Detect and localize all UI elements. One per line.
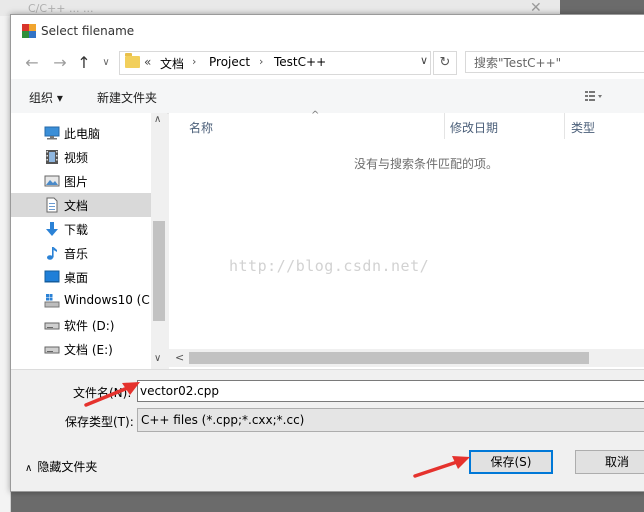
sidebar-item-videos[interactable]: 视频 — [11, 145, 151, 169]
save-dialog: Select filename ← → ↑ ∨ « 文档 › Project ›… — [10, 14, 644, 492]
new-folder-button[interactable]: 新建文件夹 — [97, 89, 157, 106]
watermark: http://blog.csdn.net/ — [229, 257, 430, 275]
file-list-horizontal-scrollbar[interactable]: < — [169, 349, 644, 367]
breadcrumb-documents[interactable]: 文档 — [160, 55, 184, 72]
document-icon — [46, 197, 58, 213]
title-bar: Select filename — [11, 15, 644, 47]
command-toolbar: 组织 ▾ 新建文件夹 — [11, 79, 644, 114]
sidebar-item-label: 文档 (E:) — [64, 343, 113, 357]
cancel-button[interactable]: 取消 — [575, 450, 644, 474]
folder-icon — [125, 53, 140, 68]
sidebar-item-desktop[interactable]: 桌面 — [11, 265, 151, 289]
desktop-icon — [44, 270, 60, 283]
music-icon — [47, 247, 57, 260]
sidebar-item-label: 文档 — [64, 199, 89, 213]
column-header-label: 类型 — [571, 121, 596, 135]
sidebar-item-label: 音乐 — [64, 247, 89, 261]
refresh-icon[interactable]: ↻ — [433, 51, 457, 75]
back-arrow-icon[interactable]: ← — [21, 53, 43, 73]
filename-input[interactable]: vector02.cpp — [137, 380, 644, 402]
column-header-type[interactable]: 类型 — [565, 113, 644, 139]
sidebar-item-music[interactable]: 音乐 — [11, 241, 151, 265]
forward-arrow-icon[interactable]: → — [49, 53, 71, 73]
scrollbar-thumb[interactable] — [153, 221, 165, 321]
breadcrumb-testcpp[interactable]: TestC++ — [274, 55, 326, 69]
recent-locations-chevron-icon[interactable]: ∨ — [95, 53, 117, 73]
navigation-pane: 此电脑 视频 图片 文档 下载 音乐 桌面 Windows10 (C: 软件 (… — [11, 113, 167, 369]
dialog-title: Select filename — [41, 24, 135, 38]
sidebar-item-label: 软件 (D:) — [64, 319, 115, 333]
sidebar-item-documents[interactable]: 文档 — [11, 193, 151, 217]
column-header-label: 修改日期 — [450, 121, 499, 135]
column-header-label: 名称 — [189, 121, 214, 135]
video-icon — [46, 150, 58, 164]
scroll-left-icon[interactable]: < — [175, 351, 184, 364]
scrollbar-thumb[interactable] — [189, 352, 589, 364]
sidebar-item-label: 图片 — [64, 175, 89, 189]
drive-icon — [44, 322, 60, 330]
sidebar-item-downloads[interactable]: 下载 — [11, 217, 151, 241]
save-button[interactable]: 保存(S) — [469, 450, 553, 474]
breadcrumb-separator-icon[interactable]: › — [259, 55, 263, 68]
organize-button[interactable]: 组织 ▾ — [29, 89, 63, 106]
scroll-up-icon[interactable]: ∧ — [154, 114, 161, 125]
column-header-name[interactable]: ^ 名称 — [169, 110, 445, 139]
drive-icon — [44, 346, 60, 354]
sidebar-item-label: Windows10 (C: — [64, 293, 154, 307]
windows-drive-icon — [44, 294, 60, 308]
computer-icon — [44, 126, 60, 140]
hide-folders-label: 隐藏文件夹 — [37, 460, 98, 474]
address-row: ← → ↑ ∨ « 文档 › Project › TestC++ ∨ ↻ 搜索"… — [11, 47, 644, 79]
sidebar-item-label: 下载 — [64, 223, 89, 237]
search-input[interactable]: 搜索"TestC++" — [465, 51, 644, 73]
breadcrumb-overflow-icon[interactable]: « — [144, 55, 151, 69]
picture-icon — [44, 175, 60, 187]
filetype-label: 保存类型(T): — [65, 415, 134, 429]
sidebar-scrollbar[interactable]: ∧ ∨ — [151, 113, 167, 369]
sidebar-item-label: 此电脑 — [64, 127, 101, 141]
empty-results-message: 没有与搜索条件匹配的项。 — [354, 157, 499, 171]
sidebar-item-pictures[interactable]: 图片 — [11, 169, 151, 193]
address-dropdown-icon[interactable]: ∨ — [420, 54, 428, 67]
annotation-arrow-filename — [84, 382, 140, 407]
sidebar-item-label: 视频 — [64, 151, 89, 165]
hide-folders-toggle[interactable]: ∧ 隐藏文件夹 — [25, 458, 97, 475]
sort-ascending-icon: ^ — [311, 110, 320, 121]
sidebar-item-drive-e[interactable]: 文档 (E:) — [11, 337, 151, 361]
column-header-date[interactable]: 修改日期 — [444, 113, 565, 139]
address-bar[interactable]: « 文档 › Project › TestC++ ∨ — [119, 51, 431, 75]
sidebar-item-drive-c[interactable]: Windows10 (C: — [11, 289, 154, 313]
app-icon — [22, 24, 36, 38]
file-list: ^ 名称 修改日期 类型 没有与搜索条件匹配的项。 http://blog.cs… — [169, 110, 644, 369]
sidebar-item-label: 桌面 — [64, 271, 89, 285]
download-icon — [46, 222, 58, 236]
sidebar-item-this-pc[interactable]: 此电脑 — [11, 121, 151, 145]
breadcrumb-project[interactable]: Project — [209, 55, 250, 69]
breadcrumb-separator-icon[interactable]: › — [192, 55, 196, 68]
up-arrow-icon[interactable]: ↑ — [73, 53, 95, 73]
scroll-down-icon[interactable]: ∨ — [154, 353, 161, 364]
annotation-arrow-save — [413, 456, 470, 478]
filetype-select[interactable]: C++ files (*.cpp;*.cxx;*.cc) — [137, 408, 644, 432]
chevron-up-icon: ∧ — [25, 463, 33, 474]
sidebar-item-drive-d[interactable]: 软件 (D:) — [11, 313, 151, 337]
view-options-icon[interactable] — [585, 90, 603, 102]
